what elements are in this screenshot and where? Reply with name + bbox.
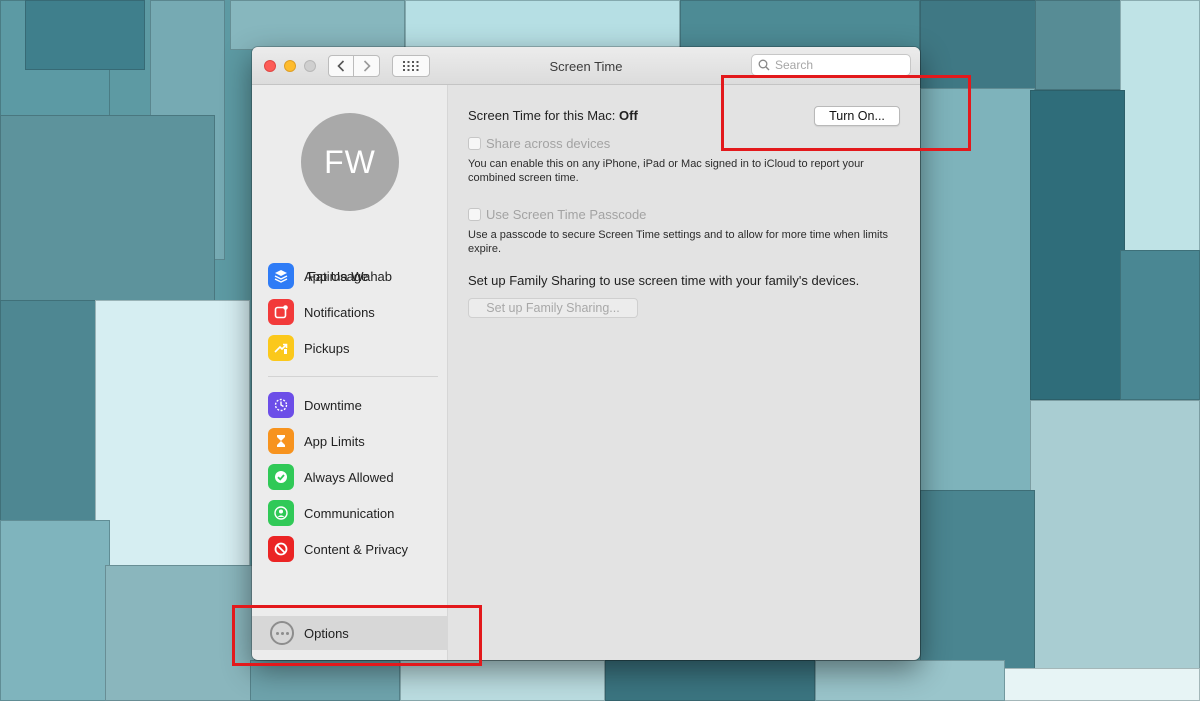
- avatar[interactable]: FW: [301, 113, 399, 211]
- family-sharing-text: Set up Family Sharing to use screen time…: [468, 273, 860, 288]
- sidebar-item-communication[interactable]: Communication: [268, 499, 448, 527]
- passcode-label: Use Screen Time Passcode: [486, 207, 647, 222]
- layers-icon: [268, 263, 294, 289]
- sidebar-item-label: Notifications: [304, 304, 375, 320]
- passcode-row: Use Screen Time Passcode: [468, 207, 646, 222]
- main-pane: Screen Time for this Mac: Off Turn On...…: [448, 85, 920, 660]
- person-circle-icon: [268, 500, 294, 526]
- search-input[interactable]: [775, 58, 895, 72]
- search-field[interactable]: [751, 54, 911, 76]
- sidebar-item-always-allowed[interactable]: Always Allowed: [268, 463, 448, 491]
- sidebar-item-pickups[interactable]: Pickups: [268, 334, 448, 362]
- no-entry-icon: [268, 536, 294, 562]
- screen-time-status: Screen Time for this Mac: Off: [468, 108, 638, 123]
- share-across-devices-row: Share across devices: [468, 136, 610, 151]
- sidebar-item-app-usage[interactable]: App Usage: [268, 262, 448, 290]
- sidebar-item-content-privacy[interactable]: Content & Privacy: [268, 535, 448, 563]
- sidebar-item-label: App Usage: [304, 268, 369, 284]
- sidebar-item-label: Pickups: [304, 340, 350, 356]
- passcode-description: Use a passcode to secure Screen Time set…: [468, 229, 889, 255]
- passcode-checkbox[interactable]: [468, 208, 481, 221]
- share-across-devices-label: Share across devices: [486, 136, 611, 151]
- sidebar-item-label: Downtime: [304, 397, 362, 413]
- moon-clock-icon: [268, 392, 294, 418]
- sidebar-divider: [268, 376, 438, 377]
- share-across-devices-checkbox[interactable]: [468, 137, 481, 150]
- checkmark-badge-icon: [268, 464, 294, 490]
- sidebar-item-label: Content & Privacy: [304, 541, 409, 557]
- notification-icon: [268, 299, 294, 325]
- sidebar-item-label: Always Allowed: [304, 469, 394, 485]
- pickup-arrow-icon: [268, 335, 294, 361]
- turn-on-highlight: [721, 75, 971, 151]
- sidebar-item-label: App Limits: [304, 433, 365, 449]
- status-prefix: Screen Time for this Mac:: [468, 108, 616, 123]
- hourglass-icon: [268, 428, 294, 454]
- sidebar-item-notifications[interactable]: Notifications: [268, 298, 448, 326]
- share-description: You can enable this on any iPhone, iPad …: [468, 158, 864, 184]
- family-sharing-button[interactable]: Set up Family Sharing...: [468, 298, 638, 318]
- status-value: Off: [619, 108, 638, 123]
- sidebar-item-label: Communication: [304, 505, 395, 521]
- sidebar: FW Fatima Wahab App Usage Notifications …: [252, 85, 448, 660]
- options-highlight: [232, 605, 482, 666]
- sidebar-item-app-limits[interactable]: App Limits: [268, 427, 448, 455]
- sidebar-item-downtime[interactable]: Downtime: [268, 391, 448, 419]
- search-icon: [758, 59, 770, 71]
